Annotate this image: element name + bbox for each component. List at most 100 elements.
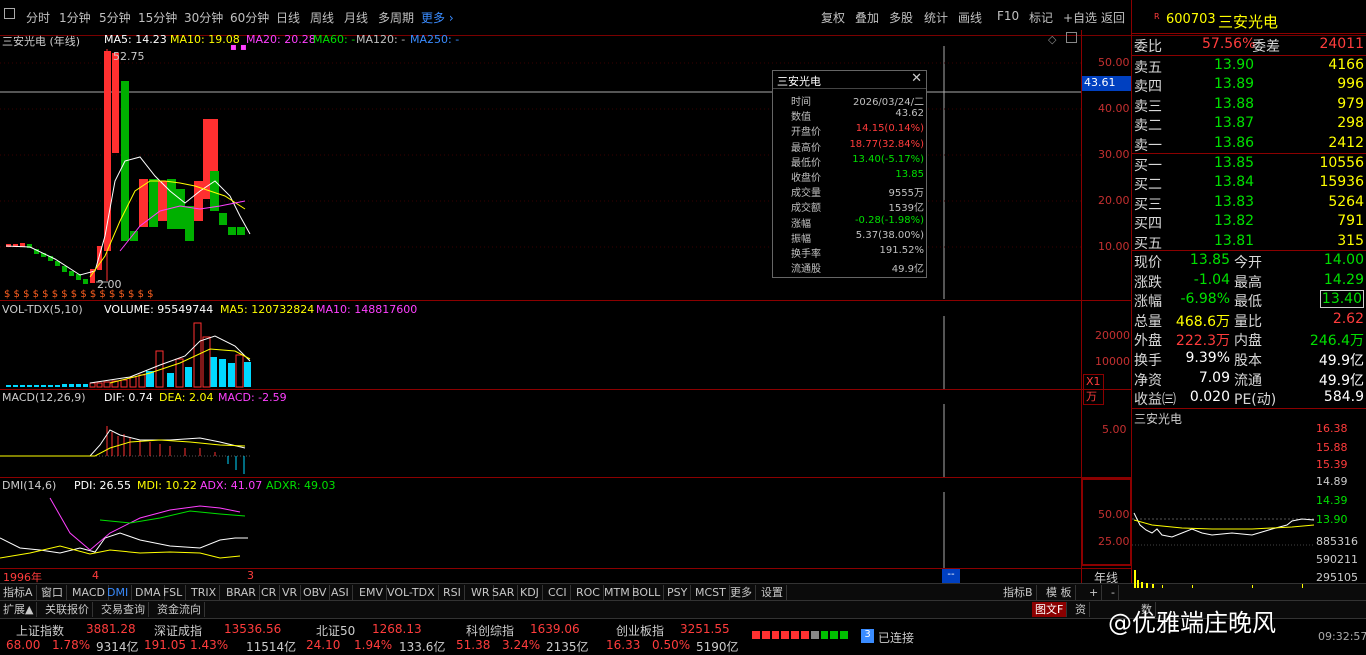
- sell-row[interactable]: 卖一 13.86 2412: [1132, 134, 1366, 154]
- indicator-b-tab[interactable]: 指标B: [1000, 585, 1037, 600]
- r-badge-icon: R: [1154, 12, 1160, 21]
- buy-row[interactable]: 买五 13.81 315: [1132, 232, 1366, 252]
- volume-panel[interactable]: VOL-TDX(5,10) VOLUME: 95549744 MA5: 1207…: [0, 301, 1130, 405]
- indicator-tab[interactable]: VR: [279, 585, 302, 600]
- sell-row[interactable]: 卖五 13.90 4166: [1132, 56, 1366, 76]
- period-5min[interactable]: 5分钟: [99, 9, 131, 26]
- popup-row: 最高价 18.77(32.84%): [773, 139, 928, 154]
- dmi-axis-frame: [1081, 478, 1132, 566]
- indicator-tab[interactable]: CR: [258, 585, 281, 600]
- capital-tab[interactable]: 资: [1072, 602, 1090, 617]
- period-week[interactable]: 周线: [310, 9, 334, 26]
- indicator-tab[interactable]: RSI: [440, 585, 465, 600]
- indicator-tab[interactable]: CCI: [545, 585, 571, 600]
- ytick-40: 40.00: [1098, 102, 1130, 115]
- add-watchlist-button[interactable]: +自选: [1063, 9, 1097, 26]
- indicator-tab[interactable]: KDJ: [517, 585, 543, 600]
- index-amount: 11514亿: [246, 640, 297, 654]
- indicator-tab[interactable]: 窗口: [38, 585, 67, 600]
- stat-label: 今开: [1234, 255, 1262, 271]
- indicator-tab[interactable]: MACD: [69, 585, 109, 600]
- period-month[interactable]: 月线: [344, 9, 368, 26]
- indicator-tab[interactable]: 设置: [758, 585, 787, 600]
- chart-text-tab[interactable]: 图文F: [1032, 602, 1068, 617]
- period-multi[interactable]: 多周期: [378, 9, 414, 26]
- mini-tick: 295105: [1316, 571, 1358, 584]
- trade-query-tab[interactable]: 交易查询: [98, 602, 149, 617]
- indicator-tab[interactable]: PSY: [664, 585, 692, 600]
- stat-value: 7.09: [1198, 369, 1230, 386]
- vol-unit: X1万: [1083, 374, 1104, 405]
- mini-tick: 15.88: [1316, 441, 1348, 454]
- close-icon[interactable]: ✕: [911, 71, 922, 86]
- popup-value: -0.28(-1.98%): [854, 214, 924, 226]
- indicator-tab[interactable]: FSL: [160, 585, 187, 600]
- volume-canvas: [6, 316, 945, 389]
- indicator-tab[interactable]: VOL-TDX: [384, 585, 439, 600]
- indicator-tab[interactable]: BRAR: [223, 585, 260, 600]
- buy-volume: 5264: [1328, 193, 1364, 210]
- stat-row: 涨幅 -6.98% 最低 13.40: [1132, 290, 1366, 310]
- stat-label: 净资: [1134, 372, 1162, 389]
- draw-line-button[interactable]: 画线: [958, 9, 982, 26]
- buy-row[interactable]: 买三 13.83 5264: [1132, 193, 1366, 213]
- indicator-tab[interactable]: TRIX: [188, 585, 221, 600]
- popup-key: 涨幅: [791, 218, 811, 230]
- more-periods-button[interactable]: 更多 ›: [421, 9, 454, 26]
- indicator-tab[interactable]: ROC: [573, 585, 604, 600]
- period-60min[interactable]: 60分钟: [230, 9, 269, 26]
- macd-panel[interactable]: MACD(12,26,9) DIF: 0.74 DEA: 2.04 MACD: …: [0, 390, 1127, 477]
- period-30min[interactable]: 30分钟: [184, 9, 223, 26]
- restore-rights-button[interactable]: 复权: [821, 9, 845, 26]
- window-icon[interactable]: [4, 8, 15, 19]
- add-panel-button[interactable]: +: [1086, 585, 1103, 600]
- indicator-tab[interactable]: BOLL: [629, 585, 665, 600]
- related-quote-tab[interactable]: 关联报价: [42, 602, 93, 617]
- clock: 09:32:57: [1318, 630, 1366, 643]
- sell-row[interactable]: 卖三 13.88 979: [1132, 95, 1366, 115]
- indicator-tab[interactable]: OBV: [300, 585, 331, 600]
- indicator-tab[interactable]: DMI: [104, 585, 133, 600]
- sell-row[interactable]: 卖二 13.87 298: [1132, 114, 1366, 134]
- popup-row: 振幅 5.37(38.00%): [773, 230, 928, 245]
- index-change: 51.38: [456, 638, 491, 652]
- popup-row: 时间 2026/03/24/二: [773, 93, 928, 108]
- index-change: 16.33: [606, 638, 641, 652]
- connection-status[interactable]: 已连接: [878, 629, 914, 646]
- order-ratio-row: 委比 57.56% 委差 24011: [1132, 35, 1366, 56]
- macd-canvas: [0, 404, 945, 477]
- mark-button[interactable]: 标记: [1029, 9, 1053, 26]
- stat-value: 468.6万: [1175, 313, 1230, 330]
- stat-value: 246.4万: [1309, 333, 1364, 350]
- index-percent: 1.78%: [52, 638, 91, 652]
- period-1min[interactable]: 1分钟: [59, 9, 91, 26]
- buy-row[interactable]: 买四 13.82 791: [1132, 212, 1366, 232]
- sell-row[interactable]: 卖四 13.89 996: [1132, 75, 1366, 95]
- x-end: 3: [247, 569, 254, 582]
- index-value: 3251.55: [680, 622, 730, 636]
- indicator-tab[interactable]: 更多: [727, 585, 756, 600]
- f10-button[interactable]: F10: [997, 9, 1019, 23]
- indicator-tab[interactable]: 指标A: [0, 585, 37, 600]
- template-tab[interactable]: 模 板: [1043, 585, 1076, 600]
- svg-text:▪ ▪: ▪ ▪: [230, 42, 247, 53]
- indicator-tab[interactable]: MCST: [692, 585, 730, 600]
- back-button[interactable]: 返回: [1101, 9, 1125, 26]
- period-day[interactable]: 日线: [276, 9, 300, 26]
- statistics-button[interactable]: 统计: [924, 9, 948, 26]
- buy-row[interactable]: 买一 13.85 10556: [1132, 154, 1366, 174]
- stat-value: 49.9亿: [1318, 353, 1364, 369]
- indicator-tab[interactable]: SAR: [489, 585, 519, 600]
- period-fenshi[interactable]: 分时: [26, 9, 50, 26]
- dmi-panel[interactable]: DMI(14,6) PDI: 26.55 MDI: 10.22 ADX: 41.…: [0, 478, 1132, 568]
- indicator-tab[interactable]: EMV: [356, 585, 387, 600]
- remove-panel-button[interactable]: -: [1108, 585, 1119, 600]
- expand-tab[interactable]: 扩展▲: [0, 602, 38, 617]
- buy-row[interactable]: 买二 13.84 15936: [1132, 173, 1366, 193]
- capital-flow-tab[interactable]: 资金流向: [154, 602, 205, 617]
- overlay-button[interactable]: 叠加: [855, 9, 879, 26]
- multi-stock-button[interactable]: 多股: [889, 9, 913, 26]
- mini-tick: 15.39: [1316, 458, 1348, 471]
- indicator-tab[interactable]: ASI: [328, 585, 353, 600]
- period-15min[interactable]: 15分钟: [138, 9, 177, 26]
